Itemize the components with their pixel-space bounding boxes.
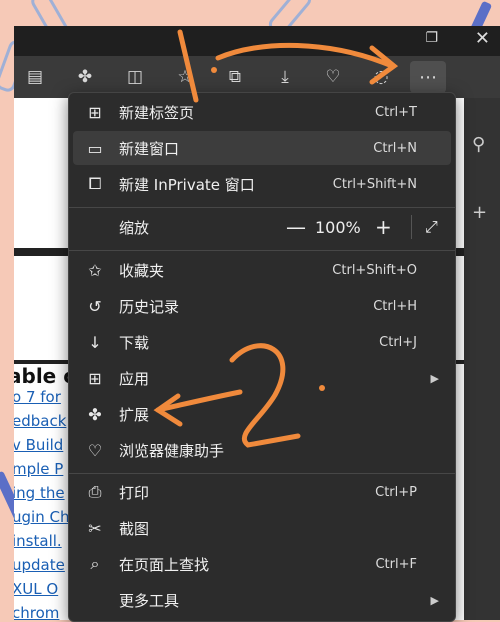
annotation-dot	[211, 67, 217, 73]
annotation-layer	[153, 29, 399, 448]
annotation-dot	[319, 385, 325, 391]
annotation-stroke-2	[229, 343, 301, 448]
annotation-arrow-1	[215, 42, 395, 69]
annotation-stroke-1	[177, 29, 199, 103]
